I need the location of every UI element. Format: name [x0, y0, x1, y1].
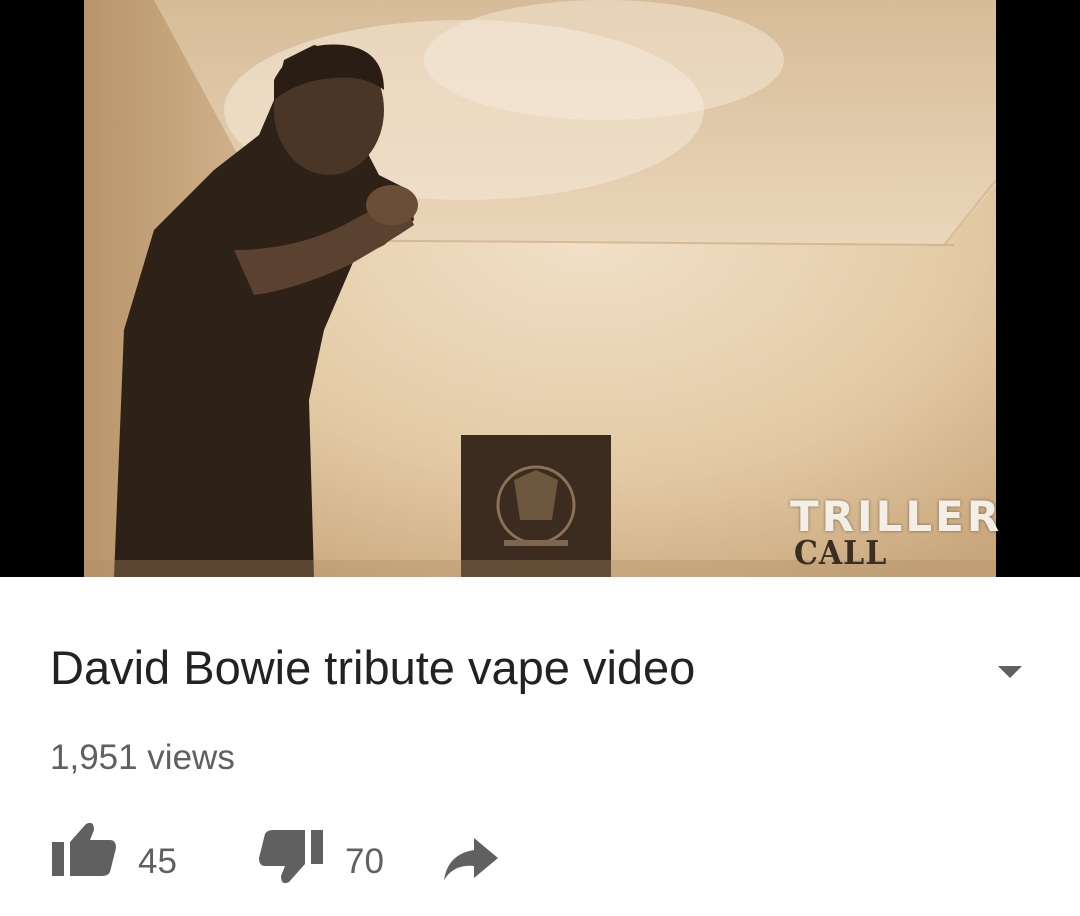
share-arrow-icon	[444, 838, 498, 880]
expand-description-button[interactable]	[990, 656, 1030, 686]
like-button[interactable]: 45	[50, 822, 190, 896]
action-bar: 45 70	[50, 822, 570, 896]
video-player[interactable]: TRILLER CALL DUTY	[0, 0, 1080, 577]
thumbs-down-icon	[259, 830, 323, 884]
like-count: 45	[138, 842, 177, 881]
view-count: 1,951 views	[50, 738, 235, 777]
dislike-count: 70	[345, 842, 384, 881]
video-still-image	[84, 0, 996, 577]
thumbs-up-icon	[52, 822, 116, 876]
chevron-down-icon	[998, 666, 1022, 678]
share-button[interactable]	[440, 826, 510, 896]
watermark-text-call-duty: CALL DUTY	[794, 534, 893, 578]
triller-watermark: TRILLER CALL DUTY	[790, 492, 999, 578]
dislike-button[interactable]: 70	[255, 826, 405, 896]
video-frame[interactable]	[84, 0, 996, 577]
video-title: David Bowie tribute vape video	[50, 641, 696, 694]
